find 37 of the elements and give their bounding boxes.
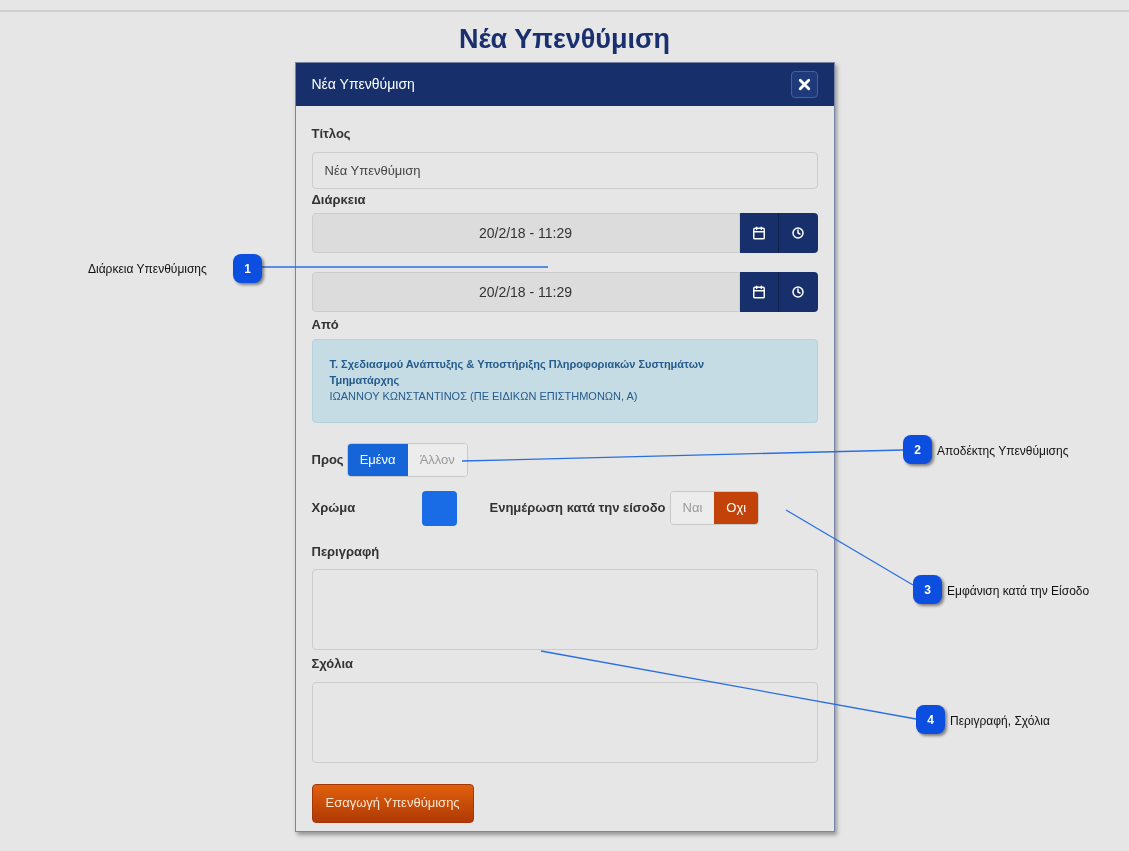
date-time-field[interactable]: 20/2/18 - 11:29 [311,272,740,312]
title-input[interactable]: Νέα Υπενθύμιση [311,151,818,189]
clock-button[interactable] [778,272,818,312]
toggle-option[interactable]: Εμένα [347,443,408,476]
dialog-title: Νέα Υπενθύμιση [311,75,415,94]
calendar-icon [751,226,766,240]
submit-button[interactable]: Εσαγωγή Υπενθύμισης [311,783,474,823]
callout-label: Περιγραφή, Σχόλια [950,713,1050,730]
callout-badge: 3 [913,575,942,604]
date-time-field[interactable]: 20/2/18 - 11:29 [311,213,740,253]
callout-label: Εμφάνιση κατά την Είσοδο [947,583,1090,600]
field-label: Από [311,316,340,334]
field-label: Περιγραφή [311,542,381,561]
close-button[interactable] [790,71,818,98]
callout-label: Αποδέκτης Υπενθύμισης [937,443,1069,460]
callout-badge: 2 [903,435,932,464]
callout-label: Διάρκεια Υπενθύμισης [88,261,207,278]
sender-info-line: Τ. Σχεδιασμού Ανάπτυξης & Υποστήριξης Πληροφοριακών Συστημάτων [329,356,706,372]
field-label: Προς [311,450,344,469]
field-label: Χρώμα [311,499,357,518]
field-label: Σχόλια [311,655,355,673]
clock-button[interactable] [778,213,818,253]
page-title: Νέα Υπενθύμιση [458,23,671,56]
field-label: Τίτλος [311,125,352,143]
field-label: Ενημέρωση κατά την είσοδο [489,499,666,518]
color-swatch[interactable] [421,490,457,526]
sender-info-line: Τμηματάρχης [329,372,401,388]
calendar-button[interactable] [739,272,779,312]
field-label: Διάρκεια [311,190,367,209]
calendar-button[interactable] [739,213,779,253]
calendar-icon [751,285,766,299]
callout-badge: 1 [233,254,262,283]
toggle-option[interactable]: Οχι [714,492,759,524]
callout-badge: 4 [916,705,945,734]
sender-info-line: ΙΩΑΝΝΟΥ ΚΩΝΣΤΑΝΤΙΝΟΣ (ΠΕ ΕΙΔΙΚΩΝ ΕΠΙΣΤΗΜΟΝΩΝ, Α) [329,388,639,404]
clock-icon [792,227,804,239]
clock-icon [792,286,804,298]
